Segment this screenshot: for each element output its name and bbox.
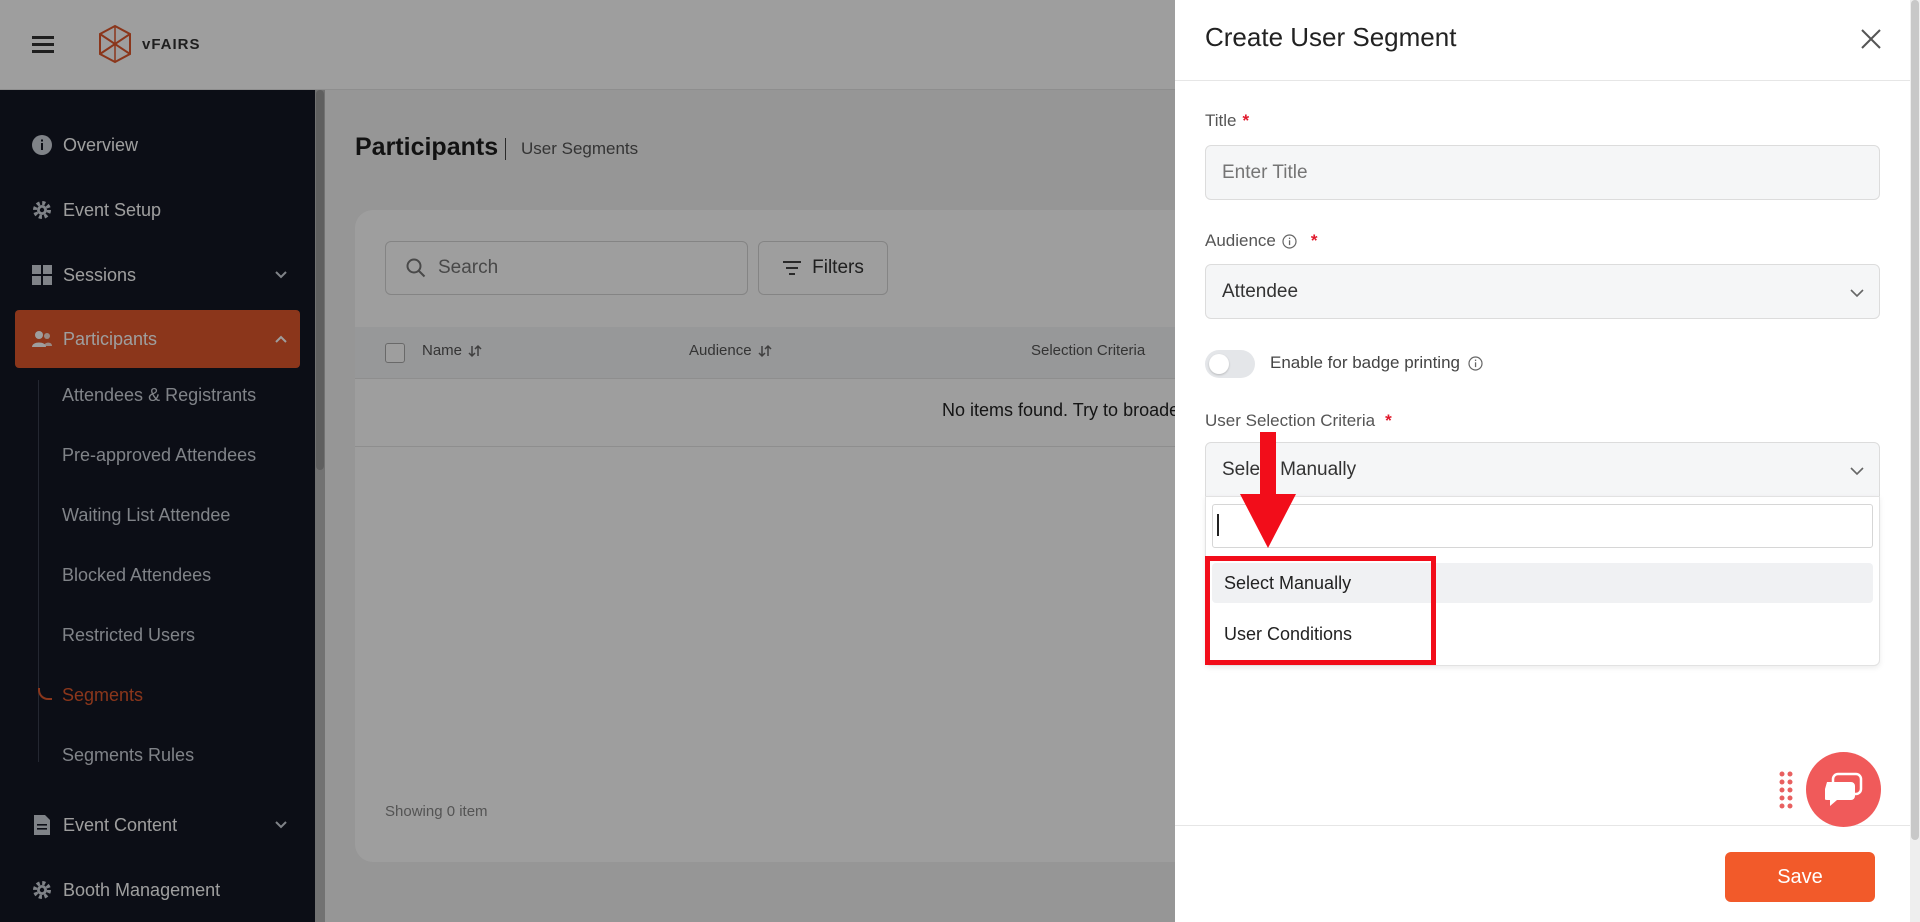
audience-label: Audience * <box>1205 231 1318 251</box>
modal-backdrop[interactable] <box>0 0 1175 922</box>
drawer-footer-divider <box>1175 825 1910 826</box>
drawer-header-divider <box>1175 80 1910 81</box>
dropdown-search-box[interactable] <box>1212 504 1873 548</box>
required-mark: * <box>1242 111 1250 130</box>
chat-bubble-icon <box>1824 772 1863 808</box>
badge-printing-label-text: Enable for badge printing <box>1270 353 1460 372</box>
title-input[interactable] <box>1222 161 1822 184</box>
drawer-scrollbar-thumb[interactable] <box>1911 0 1919 840</box>
info-icon[interactable] <box>1282 233 1297 249</box>
title-label: Title * <box>1205 111 1249 131</box>
criteria-select[interactable]: Select Manually <box>1205 442 1880 497</box>
badge-printing-label: Enable for badge printing <box>1270 353 1483 373</box>
audience-label-text: Audience <box>1205 231 1276 250</box>
drag-handle-icon[interactable] <box>1778 770 1794 810</box>
audience-select[interactable]: Attendee <box>1205 264 1880 319</box>
chevron-down-icon <box>1849 463 1865 479</box>
audience-value: Attendee <box>1222 280 1299 302</box>
dropdown-search-input[interactable] <box>1217 515 1857 537</box>
text-cursor <box>1217 514 1219 536</box>
title-label-text: Title <box>1205 111 1237 130</box>
annotation-arrow-icon <box>1238 432 1298 550</box>
required-mark: * <box>1310 231 1318 250</box>
info-icon[interactable] <box>1468 355 1483 371</box>
criteria-label-text: User Selection Criteria <box>1205 411 1376 430</box>
criteria-label: User Selection Criteria * <box>1205 411 1392 431</box>
save-button[interactable]: Save <box>1725 852 1875 902</box>
required-mark: * <box>1385 411 1392 430</box>
title-field[interactable] <box>1205 145 1880 200</box>
close-icon[interactable] <box>1860 28 1882 50</box>
drawer-title: Create User Segment <box>1205 22 1457 52</box>
badge-printing-toggle[interactable] <box>1205 350 1255 378</box>
chat-support-button[interactable] <box>1806 752 1881 827</box>
annotation-highlight-box <box>1205 556 1436 665</box>
toggle-knob <box>1209 354 1229 374</box>
chevron-down-icon <box>1849 285 1865 301</box>
